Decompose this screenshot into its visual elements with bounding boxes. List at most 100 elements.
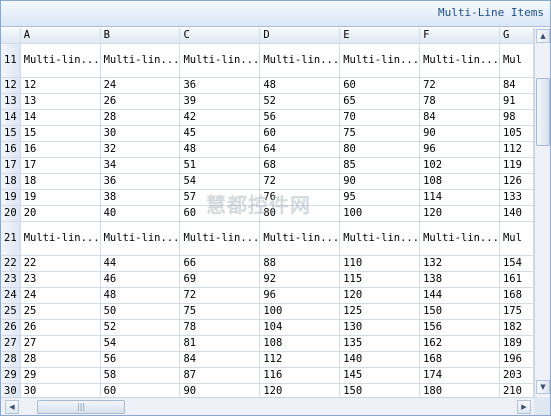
grid-cell[interactable]: 40 [100,205,181,222]
grid-cell[interactable]: 88 [259,255,341,272]
row-header[interactable]: 19 [1,189,21,206]
grid-cell[interactable]: 112 [259,351,341,368]
grid-cell[interactable]: 180 [419,383,500,397]
grid-cell[interactable]: 48 [100,287,181,304]
grid-cell[interactable]: 119 [499,157,534,174]
column-header-e[interactable]: E [339,28,421,44]
grid-cell[interactable]: 95 [339,189,421,206]
horizontal-scrollbar[interactable]: ◀ ||| ▶ [1,397,534,415]
grid-cell[interactable]: 120 [339,287,421,304]
grid-cell[interactable]: 84 [179,351,261,368]
grid-cell[interactable]: 162 [419,335,500,352]
row-header[interactable]: 22 [1,255,21,272]
grid-cell[interactable]: Mul [499,43,534,78]
grid-cell[interactable]: 52 [100,319,181,336]
grid-cell[interactable]: Multi-lin... [179,221,261,256]
grid-cell[interactable]: 44 [100,255,181,272]
grid-cell[interactable]: 64 [259,141,341,158]
grid-cell[interactable]: 18 [20,173,101,190]
grid-cell[interactable]: 156 [419,319,500,336]
grid-cell[interactable]: 150 [419,303,500,320]
grid-cell[interactable]: 34 [100,157,181,174]
grid-cell[interactable]: 54 [100,335,181,352]
grid-cell[interactable]: 90 [179,383,261,397]
row-header[interactable]: 18 [1,173,21,190]
grid-cell[interactable]: Multi-lin... [339,221,421,256]
column-header-b[interactable]: B [100,28,181,44]
grid-cell[interactable]: 75 [179,303,261,320]
grid-cell[interactable]: 210 [499,383,534,397]
grid-cell[interactable]: 120 [419,205,500,222]
grid-cell[interactable]: 57 [179,189,261,206]
row-header[interactable]: 26 [1,319,21,336]
grid-cell[interactable]: 98 [499,109,534,126]
grid-cell[interactable]: 78 [419,93,500,110]
grid-cell[interactable]: 76 [259,189,341,206]
grid-cell[interactable]: 115 [339,271,421,288]
grid-cell[interactable]: Multi-lin... [419,43,500,78]
arrow-left-icon[interactable]: ◀ [5,400,19,414]
grid-cell[interactable]: 120 [259,383,341,397]
grid-cell[interactable]: 144 [419,287,500,304]
grid-cell[interactable]: 39 [179,93,261,110]
grid-cell[interactable]: 174 [419,367,500,384]
grid-cell[interactable]: 60 [259,125,341,142]
grid-cell[interactable]: 126 [499,173,534,190]
row-header[interactable]: 29 [1,367,21,384]
row-header[interactable]: 12 [1,77,21,94]
grid-cell[interactable]: 203 [499,367,534,384]
grid-cell[interactable]: 182 [499,319,534,336]
grid-cell[interactable]: 26 [20,319,101,336]
column-header-d[interactable]: D [259,28,341,44]
grid-cell[interactable]: 19 [20,189,101,206]
grid-cell[interactable]: 108 [259,335,341,352]
grid-cell[interactable]: 16 [20,141,101,158]
grid-cell[interactable]: 50 [100,303,181,320]
grid-cell[interactable]: 38 [100,189,181,206]
row-header[interactable]: 30 [1,383,21,397]
grid-cell[interactable]: 80 [259,205,341,222]
grid-cell[interactable]: 78 [179,319,261,336]
row-header[interactable]: 27 [1,335,21,352]
grid-cell[interactable]: Multi-lin... [179,43,261,78]
grid-cell[interactable]: 28 [20,351,101,368]
grid-cell[interactable]: 66 [179,255,261,272]
grid-cell[interactable]: 130 [339,319,421,336]
grid-cell[interactable]: 168 [499,287,534,304]
grid-cell[interactable]: 100 [259,303,341,320]
grid-cell[interactable]: 48 [259,77,341,94]
grid-cell[interactable]: Mul [499,221,534,256]
grid-cell[interactable]: 116 [259,367,341,384]
grid-cell[interactable]: 72 [259,173,341,190]
grid-cell[interactable]: 20 [20,205,101,222]
grid-cell[interactable]: 45 [179,125,261,142]
grid-cell[interactable]: 114 [419,189,500,206]
grid-cell[interactable]: 102 [419,157,500,174]
grid-cell[interactable]: 25 [20,303,101,320]
grid-cell[interactable]: 132 [419,255,500,272]
grid-cell[interactable]: 28 [100,109,181,126]
horizontal-scroll-thumb[interactable]: ||| [37,400,125,414]
grid-cell[interactable]: 75 [339,125,421,142]
arrow-right-icon[interactable]: ▶ [517,400,531,414]
grid-cell[interactable]: 36 [179,77,261,94]
grid-cell[interactable]: Multi-lin... [259,221,341,256]
grid-cell[interactable]: 14 [20,109,101,126]
grid-cell[interactable]: 189 [499,335,534,352]
grid-cell[interactable]: 138 [419,271,500,288]
row-header[interactable]: 28 [1,351,21,368]
row-header[interactable]: 13 [1,93,21,110]
grid-cell[interactable]: Multi-lin... [100,221,181,256]
grid-cell[interactable]: 168 [419,351,500,368]
row-header[interactable]: 11 [1,43,21,78]
grid-cell[interactable]: 54 [179,173,261,190]
grid-cell[interactable]: 196 [499,351,534,368]
grid-cell[interactable]: 13 [20,93,101,110]
grid-cell[interactable]: 26 [100,93,181,110]
grid-cell[interactable]: 60 [179,205,261,222]
grid-cell[interactable]: 81 [179,335,261,352]
row-header[interactable]: 20 [1,205,21,222]
grid-cell[interactable]: 58 [100,367,181,384]
column-header-c[interactable]: C [179,28,261,44]
row-header[interactable]: 23 [1,271,21,288]
